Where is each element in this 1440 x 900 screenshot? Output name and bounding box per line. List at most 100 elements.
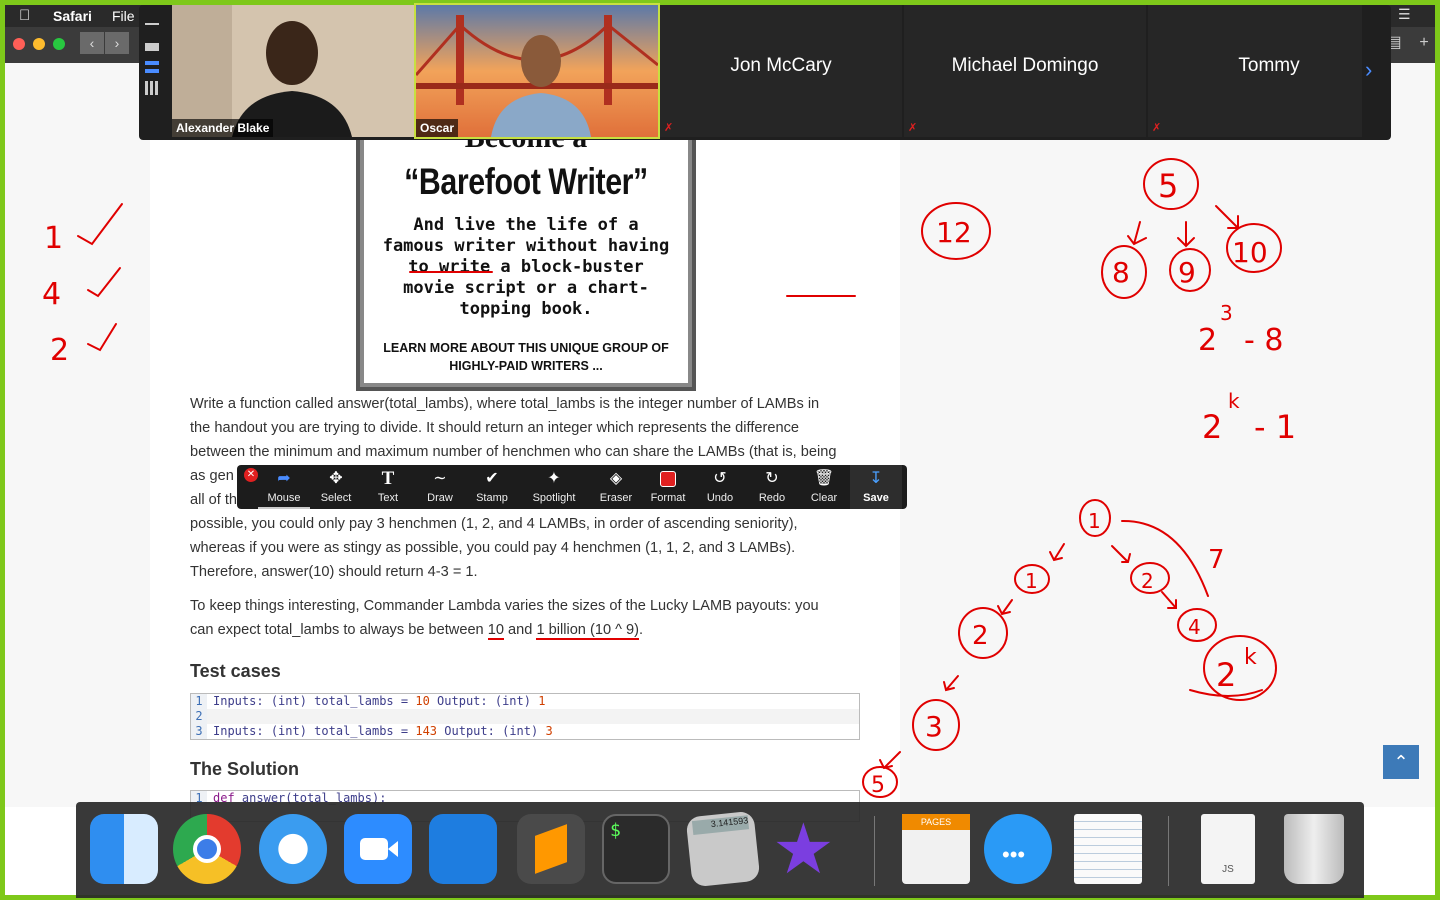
- calculator-icon[interactable]: 3.141593: [685, 810, 761, 888]
- back-button[interactable]: ‹: [80, 32, 104, 54]
- pages-icon[interactable]: PAGES: [902, 814, 970, 884]
- code-line: 1 Inputs: (int) total_lambs = 10 Output: …: [191, 694, 859, 709]
- close-window-button[interactable]: [13, 38, 25, 50]
- tool-text[interactable]: T Text: [362, 465, 414, 509]
- tool-label: Mouse: [267, 492, 301, 504]
- mac-dock: $ 3.141593 ★ PAGES ••• JS: [76, 802, 1364, 898]
- cursor-arrow-icon: ➦: [277, 470, 291, 487]
- zoom-icon[interactable]: [344, 814, 412, 884]
- paragraph-line: To keep things interesting, Commander La…: [190, 598, 819, 614]
- line-number: 2: [191, 709, 207, 724]
- minimize-icon[interactable]: [145, 23, 159, 25]
- apple-icon[interactable]: : [19, 7, 30, 24]
- js-file-icon[interactable]: JS: [1201, 814, 1255, 884]
- participant-name: Oscar: [416, 119, 459, 137]
- tool-format[interactable]: Format: [642, 465, 694, 509]
- code-line: 2: [191, 709, 859, 724]
- terminal-icon[interactable]: $: [602, 814, 670, 884]
- code-line: 3 Inputs: (int) total_lambs = 143 Output:…: [191, 724, 859, 739]
- participant-tile[interactable]: Alexander Blake: [172, 5, 414, 137]
- ad-banner[interactable]: Become a “Barefoot Writer” And live the …: [356, 121, 696, 391]
- tool-undo[interactable]: ↺ Undo: [694, 465, 746, 509]
- code-token: =: [400, 694, 409, 708]
- js-label: JS: [1222, 864, 1234, 875]
- code-token: 3: [545, 724, 553, 738]
- xcode-icon[interactable]: [429, 814, 497, 884]
- tool-spotlight[interactable]: ✦ Spotlight: [528, 465, 580, 509]
- squiggle-icon: ∼: [433, 470, 447, 487]
- participant-tile-active-speaker[interactable]: Oscar: [414, 3, 660, 139]
- ad-title: “Barefoot Writer”: [404, 161, 648, 202]
- participant-video: [414, 5, 659, 137]
- trash-icon[interactable]: [1284, 814, 1344, 884]
- participant-video: [172, 5, 414, 137]
- minimize-window-button[interactable]: [33, 38, 45, 50]
- tool-label: Format: [650, 492, 686, 504]
- code-token: Output:: [444, 724, 495, 738]
- tool-mouse[interactable]: ➦ Mouse: [258, 465, 310, 509]
- terminal-prompt-icon: $: [610, 820, 621, 841]
- ellipsis-icon: •••: [1002, 842, 1026, 867]
- imovie-icon[interactable]: ★: [772, 814, 840, 884]
- scroll-to-top-button[interactable]: ⌃: [1383, 745, 1419, 779]
- underlined-text: 10: [487, 622, 504, 640]
- tool-draw[interactable]: ∼ Draw: [414, 465, 466, 509]
- code-token: 143: [415, 724, 438, 738]
- strip-view-icon[interactable]: [145, 61, 159, 73]
- close-annotation-icon[interactable]: ✕: [244, 468, 258, 482]
- magic-wand-icon: ✦: [547, 470, 561, 487]
- menu-file[interactable]: File: [112, 8, 135, 24]
- code-token: (int): [494, 694, 531, 708]
- text-T-icon: T: [381, 468, 395, 489]
- participant-name: Alexander Blake: [172, 119, 274, 137]
- tool-clear[interactable]: 🗑 Clear: [798, 465, 850, 509]
- sublime-s-shape: [535, 824, 567, 874]
- tool-label: Spotlight: [532, 492, 576, 504]
- textedit-icon[interactable]: [1074, 814, 1142, 884]
- tool-save[interactable]: ↧ Save: [850, 465, 902, 509]
- code-token: 10: [415, 694, 430, 708]
- tool-stamp[interactable]: ✔ Stamp: [466, 465, 518, 509]
- messages-icon[interactable]: •••: [984, 814, 1052, 884]
- safari-icon[interactable]: [259, 814, 327, 884]
- tool-label: Select: [320, 492, 352, 504]
- participant-tile[interactable]: Tommy ✗: [1148, 5, 1362, 137]
- red-square-icon: [642, 469, 694, 489]
- tool-redo[interactable]: ↻ Redo: [746, 465, 798, 509]
- grid-view-icon[interactable]: [145, 81, 159, 95]
- chrome-icon[interactable]: [173, 814, 241, 884]
- test-cases-heading: Test cases: [190, 661, 281, 681]
- finder-icon[interactable]: [90, 814, 158, 884]
- muted-mic-icon: ✗: [1152, 122, 1162, 134]
- tool-label: Redo: [758, 492, 786, 504]
- line-number: 3: [191, 724, 207, 739]
- tool-eraser[interactable]: ◈ Eraser: [590, 465, 642, 509]
- forward-button[interactable]: ›: [105, 32, 129, 54]
- menu-app-name[interactable]: Safari: [53, 8, 92, 24]
- muted-mic-icon: ✗: [908, 122, 918, 134]
- text-run: .: [639, 622, 644, 638]
- eraser-icon: ◈: [609, 470, 623, 487]
- code-token: (int): [270, 724, 307, 738]
- new-tab-icon[interactable]: +: [1413, 32, 1435, 54]
- text-run: and: [503, 622, 537, 638]
- single-view-icon[interactable]: [145, 43, 159, 51]
- calculator-display: 3.141593: [691, 815, 750, 836]
- save-download-icon: ↧: [869, 470, 883, 487]
- tool-label: Clear: [810, 492, 838, 504]
- tool-select[interactable]: ✥ Select: [310, 465, 362, 509]
- move-arrows-icon: ✥: [329, 470, 343, 487]
- chevron-right-icon[interactable]: ›: [1365, 57, 1372, 83]
- test-cases-code[interactable]: 1 Inputs: (int) total_lambs = 10 Output: …: [190, 693, 860, 740]
- camera-lens: [388, 841, 398, 857]
- zoom-window-button[interactable]: [53, 38, 65, 50]
- muted-mic-icon: ✗: [664, 122, 674, 134]
- paragraph-line: can expect total_lambs to always be betw…: [190, 618, 870, 642]
- participant-tile[interactable]: Michael Domingo ✗: [904, 5, 1146, 137]
- participant-tile[interactable]: Jon McCary ✗: [660, 5, 902, 137]
- annotation-toolbar: ✕ ➦ Mouse ✥ Select T Text ∼ Draw ✔ Stamp ✦ Spo…: [237, 465, 907, 509]
- control-center-icon[interactable]: ☰: [1398, 6, 1411, 23]
- line-number: 1: [191, 694, 207, 709]
- tool-label: Stamp: [476, 492, 508, 504]
- sublime-text-icon[interactable]: [517, 814, 585, 884]
